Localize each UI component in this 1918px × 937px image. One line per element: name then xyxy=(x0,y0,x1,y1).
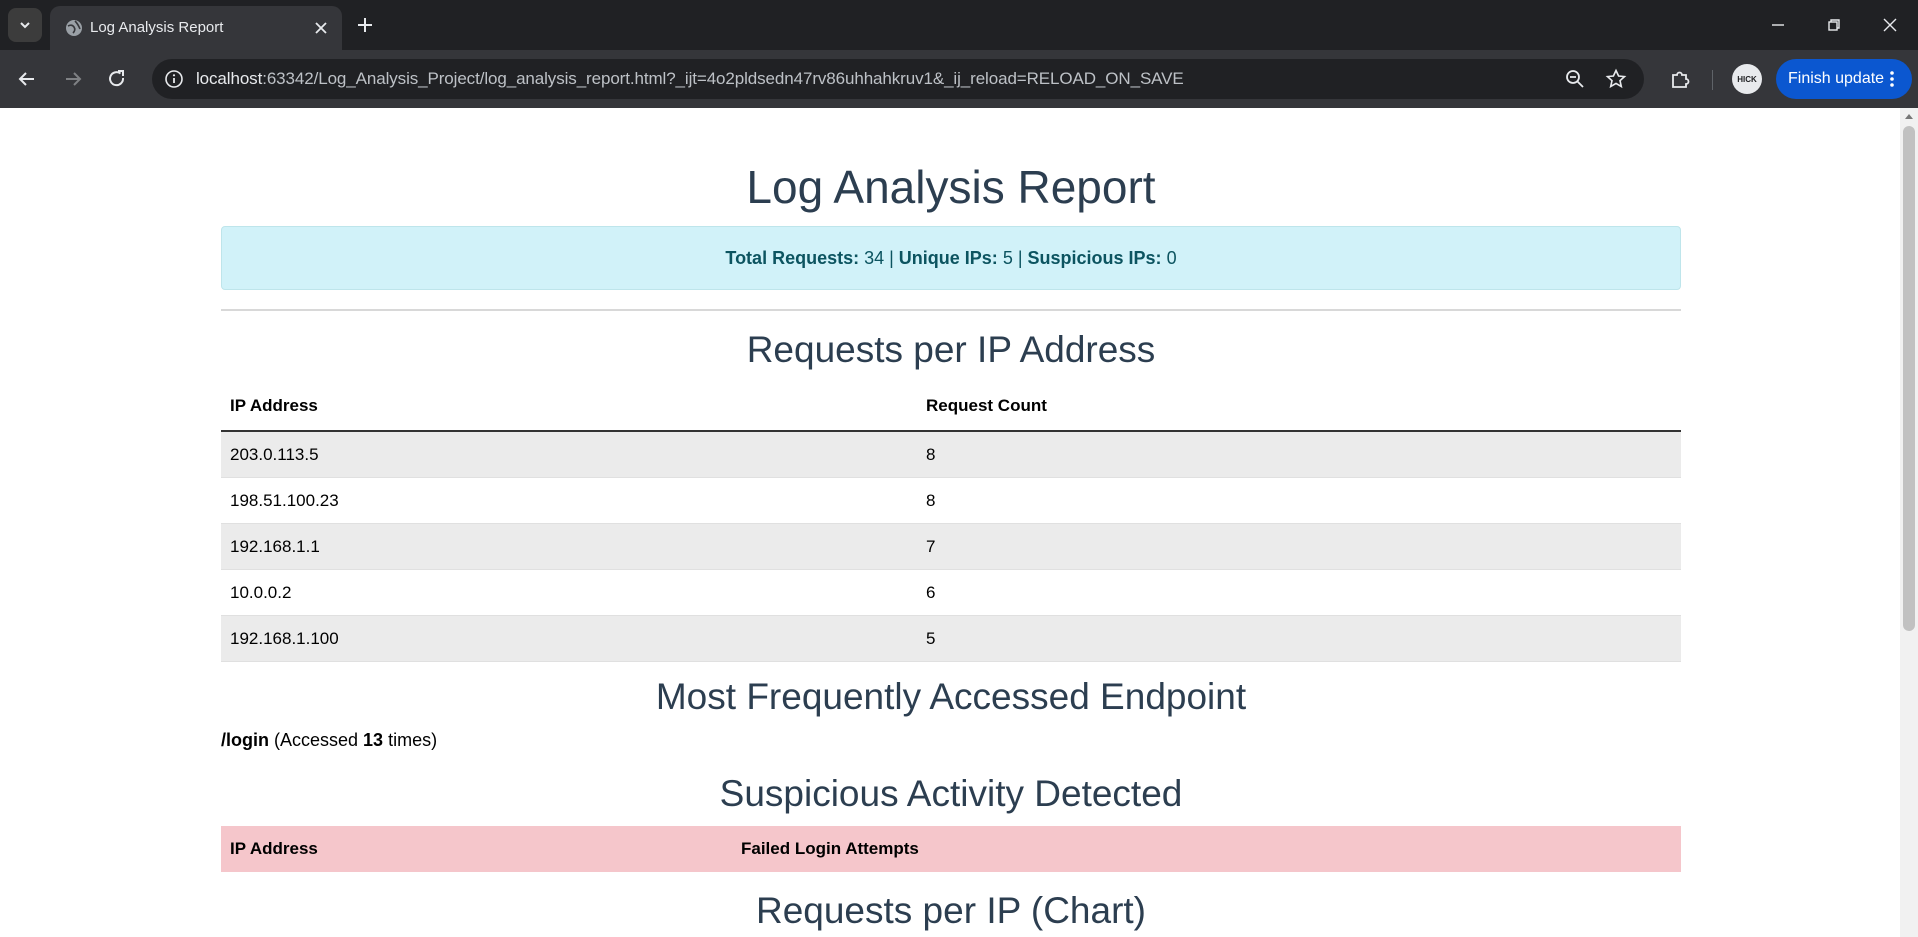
reload-icon[interactable] xyxy=(104,66,130,92)
ip-cell: 192.168.1.1 xyxy=(221,523,917,570)
new-tab-icon[interactable] xyxy=(352,12,378,38)
count-cell: 6 xyxy=(917,569,1681,616)
restore-icon[interactable] xyxy=(1821,12,1847,38)
endpoint-section-heading: Most Frequently Accessed Endpoint xyxy=(655,676,1247,717)
column-header-ip: IP Address xyxy=(221,382,917,432)
table-header-row: IP Address Request Count xyxy=(221,382,1681,432)
suspicious-section-heading: Suspicious Activity Detected xyxy=(719,773,1183,814)
endpoint-path: /login xyxy=(221,730,269,750)
page-scrollbar[interactable] xyxy=(1900,108,1918,937)
total-requests-value: 34 | xyxy=(859,247,899,268)
summary-box: Total Requests: 34 | Unique IPs: 5 | Sus… xyxy=(221,226,1681,290)
unique-ips-value: 5 | xyxy=(997,247,1028,268)
extensions-puzzle-icon[interactable] xyxy=(1667,66,1693,92)
close-tab-icon[interactable] xyxy=(310,17,332,39)
table-row: 10.0.0.2 6 xyxy=(221,569,1681,616)
chevron-down-icon xyxy=(20,22,30,29)
more-menu-icon[interactable] xyxy=(1882,69,1902,89)
finish-update-label: Finish update xyxy=(1788,70,1885,87)
url-path: :63342/Log_Analysis_Project/log_analysis… xyxy=(262,69,1184,88)
column-header-failed-logins: Failed Login Attempts xyxy=(732,826,1681,872)
table-row: 192.168.1.100 5 xyxy=(221,615,1681,662)
total-requests-label: Total Requests: xyxy=(725,247,860,268)
suspicious-ips-value: 0 xyxy=(1161,247,1177,268)
unique-ips-label: Unique IPs: xyxy=(898,247,998,268)
requests-table: IP Address Request Count 203.0.113.5 8 1… xyxy=(221,382,1681,662)
site-info-icon[interactable] xyxy=(164,69,184,89)
count-cell: 5 xyxy=(917,615,1681,662)
chart-section-heading: Requests per IP (Chart) xyxy=(755,890,1147,931)
requests-section-heading: Requests per IP Address xyxy=(746,329,1156,370)
scroll-up-arrow-icon[interactable] xyxy=(1905,114,1913,119)
table-row: 192.168.1.1 7 xyxy=(221,523,1681,570)
tab-title: Log Analysis Report xyxy=(90,19,224,36)
ip-cell: 192.168.1.100 xyxy=(221,615,917,662)
count-cell: 8 xyxy=(917,477,1681,524)
browser-title-bar: Log Analysis Report xyxy=(0,0,1918,50)
suspicious-ips-label: Suspicious IPs: xyxy=(1027,247,1162,268)
count-cell: 8 xyxy=(917,431,1681,478)
finish-update-button[interactable]: Finish update xyxy=(1776,59,1912,99)
endpoint-count: 13 xyxy=(363,730,384,750)
column-header-ip: IP Address xyxy=(221,826,732,872)
page-viewport: Log Analysis Report Total Requests: 34 |… xyxy=(0,108,1900,937)
table-header-row: IP Address Failed Login Attempts xyxy=(221,826,1681,872)
column-header-count: Request Count xyxy=(917,382,1681,432)
table-row: 198.51.100.23 8 xyxy=(221,477,1681,524)
toolbar-separator xyxy=(1712,70,1713,90)
address-bar[interactable]: localhost:63342/Log_Analysis_Project/log… xyxy=(152,59,1644,99)
top-endpoint-line: /login (Accessed 13 times) xyxy=(221,730,437,751)
zoom-icon[interactable] xyxy=(1564,68,1586,90)
globe-icon xyxy=(66,20,82,36)
suspicious-table: IP Address Failed Login Attempts xyxy=(221,826,1681,872)
ip-cell: 10.0.0.2 xyxy=(221,569,917,616)
browser-toolbar: localhost:63342/Log_Analysis_Project/log… xyxy=(0,50,1918,108)
page-title: Log Analysis Report xyxy=(746,161,1156,213)
back-arrow-icon[interactable] xyxy=(14,66,40,92)
section-divider xyxy=(221,309,1681,311)
table-row: 203.0.113.5 8 xyxy=(221,431,1681,478)
bookmark-star-icon[interactable] xyxy=(1605,68,1627,90)
scrollbar-thumb[interactable] xyxy=(1903,126,1915,631)
ip-cell: 198.51.100.23 xyxy=(221,477,917,524)
url-text: localhost:63342/Log_Analysis_Project/log… xyxy=(196,69,1184,89)
minimize-icon[interactable] xyxy=(1765,12,1791,38)
tab-search-button[interactable] xyxy=(8,8,42,42)
close-window-icon[interactable] xyxy=(1877,12,1903,38)
forward-arrow-icon[interactable] xyxy=(60,66,86,92)
endpoint-text-before: (Accessed xyxy=(269,730,364,750)
endpoint-text-after: times) xyxy=(383,730,438,750)
url-host: localhost xyxy=(196,69,263,88)
ip-cell: 203.0.113.5 xyxy=(221,431,917,478)
profile-initials: HICK xyxy=(1737,74,1757,84)
browser-tab-active[interactable]: Log Analysis Report xyxy=(50,6,342,50)
profile-avatar[interactable]: HICK xyxy=(1732,64,1762,94)
count-cell: 7 xyxy=(917,523,1681,570)
